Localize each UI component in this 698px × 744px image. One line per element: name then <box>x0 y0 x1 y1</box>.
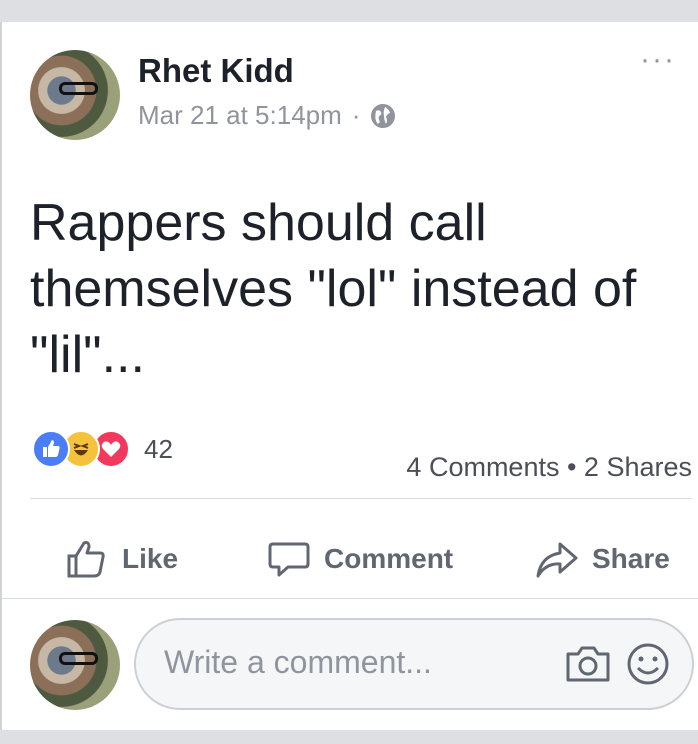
post-meta: Mar 21 at 5:14pm · <box>138 100 396 131</box>
author-avatar[interactable] <box>30 50 120 140</box>
emoji-icon[interactable] <box>626 642 670 686</box>
post-card: Rhet Kidd Mar 21 at 5:14pm · ··· Rappers… <box>0 22 698 730</box>
comment-button[interactable]: Comment <box>266 522 453 596</box>
like-label: Like <box>122 543 179 574</box>
author-name[interactable]: Rhet Kidd <box>138 52 294 90</box>
comment-input[interactable]: Write a comment... <box>134 618 694 710</box>
commenter-avatar[interactable] <box>30 620 120 710</box>
comment-label: Comment <box>324 543 454 574</box>
action-bar: Like Comment Share <box>2 522 698 596</box>
share-button[interactable]: Share <box>534 522 670 596</box>
camera-icon[interactable] <box>564 642 612 686</box>
reactions-summary[interactable]: 42 <box>32 430 173 468</box>
post-text: Rappers should call themselves "lol" ins… <box>30 194 637 384</box>
like-reaction-icon <box>32 430 70 468</box>
comments-shares-count[interactable]: 4 Comments • 2 Shares <box>406 452 692 483</box>
divider <box>2 598 698 599</box>
meta-separator: · <box>351 100 361 130</box>
avatar-glasses <box>58 82 99 95</box>
share-arrow-icon <box>536 542 578 578</box>
post-timestamp[interactable]: Mar 21 at 5:14pm <box>138 100 342 131</box>
globe-icon[interactable] <box>370 103 396 129</box>
comment-bubble-icon <box>268 542 310 577</box>
comment-placeholder: Write a comment... <box>164 644 432 680</box>
avatar-glasses <box>58 652 99 665</box>
thumbs-up-icon <box>67 541 105 578</box>
like-button[interactable]: Like <box>64 522 178 596</box>
divider <box>30 498 692 499</box>
reaction-count: 42 <box>144 433 173 464</box>
share-label: Share <box>592 543 670 574</box>
more-options-icon[interactable]: ··· <box>640 45 676 75</box>
